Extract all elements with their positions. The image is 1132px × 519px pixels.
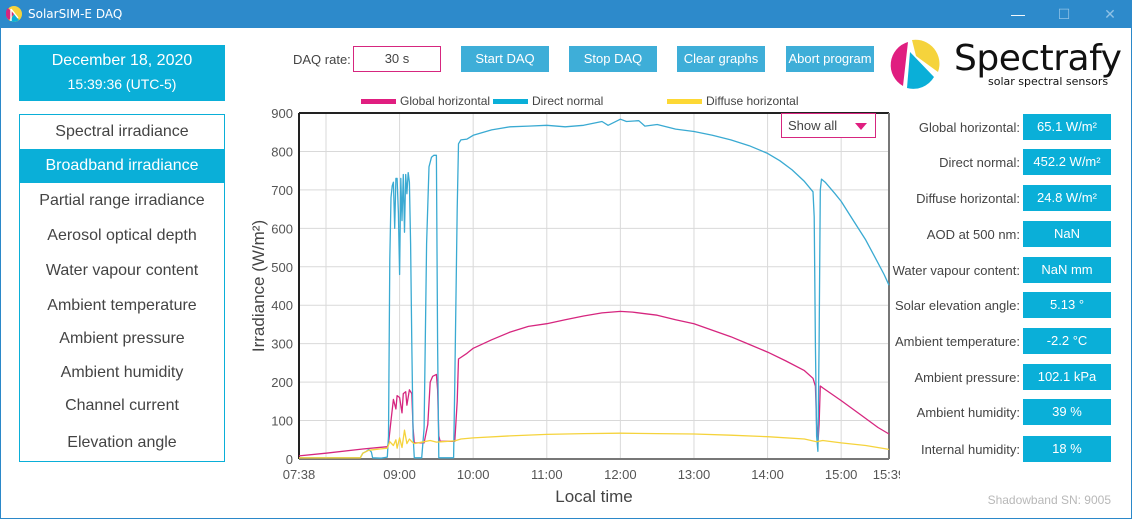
readout-value-aod: NaN xyxy=(1023,221,1111,247)
window-title: SolarSIM-E DAQ xyxy=(28,7,123,21)
shadowband-serial: Shadowband SN: 9005 xyxy=(987,493,1111,507)
spectrafy-logo: Spectrafy solar spectral sensors xyxy=(886,32,1126,92)
daq-rate-label: DAQ rate: xyxy=(293,52,351,67)
y-tick-label: 800 xyxy=(271,144,293,159)
readout-value-water-vapour: NaN mm xyxy=(1023,257,1111,283)
stop-daq-button[interactable]: Stop DAQ xyxy=(569,46,657,72)
nav-item-ambient-temperature[interactable]: Ambient temperature xyxy=(20,289,224,323)
nav-item-aerosol-optical-depth[interactable]: Aerosol optical depth xyxy=(20,219,224,253)
readout-value-ambient-humidity: 39 % xyxy=(1023,399,1111,425)
app-logo-icon xyxy=(6,6,22,22)
plot-area xyxy=(299,113,889,459)
x-tick-label: 12:00 xyxy=(604,467,637,482)
logo-brand-text: Spectrafy xyxy=(954,38,1122,79)
readout-label-solar-elevation: Solar elevation angle: xyxy=(894,298,1020,313)
readout-label-diffuse-horizontal: Diffuse horizontal: xyxy=(916,191,1020,206)
clear-graphs-button[interactable]: Clear graphs xyxy=(677,46,765,72)
readout-label-water-vapour: Water vapour content: xyxy=(892,263,1020,278)
y-tick-label: 400 xyxy=(271,298,293,313)
x-axis-label: Local time xyxy=(555,487,632,506)
y-axis-label: Irradiance (W/m²) xyxy=(249,220,268,352)
readout-value-ambient-pressure: 102.1 kPa xyxy=(1023,364,1111,390)
y-tick-label: 900 xyxy=(271,106,293,121)
daq-rate-input[interactable]: 30 s xyxy=(353,46,441,72)
x-tick-label: 10:00 xyxy=(457,467,490,482)
x-tick-label: 11:00 xyxy=(531,467,563,482)
x-tick-label: 09:00 xyxy=(383,467,416,482)
datetime-display: December 18, 2020 15:39:36 (UTC-5) xyxy=(19,45,225,101)
readout-value-direct-normal: 452.2 W/m² xyxy=(1023,149,1111,175)
y-tick-label: 700 xyxy=(271,183,293,198)
x-tick-label: 13:00 xyxy=(678,467,711,482)
readout-label-internal-humidity: Internal humidity: xyxy=(921,442,1020,457)
readout-value-solar-elevation: 5.13 ° xyxy=(1023,292,1111,318)
y-tick-label: 200 xyxy=(271,375,293,390)
close-button[interactable]: ✕ xyxy=(1087,0,1132,28)
nav-item-partial-range-irradiance[interactable]: Partial range irradiance xyxy=(20,184,224,218)
nav-item-broadband-irradiance[interactable]: Broadband irradiance xyxy=(20,149,224,183)
y-tick-label: 500 xyxy=(271,260,293,275)
readout-label-ambient-temperature: Ambient temperature: xyxy=(894,334,1020,349)
irradiance-chart: 0 100 200 300 400 500 600 700 800 900 07:38 09:00 10… xyxy=(240,100,900,510)
nav-item-ambient-pressure[interactable]: Ambient pressure xyxy=(20,322,224,356)
readout-value-diffuse-horizontal: 24.8 W/m² xyxy=(1023,185,1111,211)
maximize-button[interactable]: ☐ xyxy=(1041,0,1087,28)
readout-value-ambient-temperature: -2.2 °C xyxy=(1023,328,1111,354)
nav-item-elevation-angle[interactable]: Elevation angle xyxy=(20,426,224,460)
readout-label-aod: AOD at 500 nm: xyxy=(926,227,1020,242)
readout-label-global-horizontal: Global horizontal: xyxy=(918,120,1020,135)
nav-item-channel-current[interactable]: Channel current xyxy=(20,389,224,423)
nav-item-water-vapour-content[interactable]: Water vapour content xyxy=(20,254,224,288)
current-time: 15:39:36 (UTC-5) xyxy=(67,76,177,92)
y-tick-label: 100 xyxy=(271,414,293,429)
readout-label-ambient-pressure: Ambient pressure: xyxy=(914,370,1021,385)
irradiance-chart-svg: 0 100 200 300 400 500 600 700 800 900 07:38 09:00 10… xyxy=(249,106,900,506)
spectrafy-logo-icon xyxy=(890,39,940,89)
x-tick-label: 14:00 xyxy=(751,467,784,482)
graph-selector-list: Spectral irradiance Broadband irradiance… xyxy=(19,114,225,462)
readout-label-direct-normal: Direct normal: xyxy=(939,155,1020,170)
nav-item-ambient-humidity[interactable]: Ambient humidity xyxy=(20,356,224,390)
x-tick-label: 07:38 xyxy=(283,467,316,482)
minimize-button[interactable]: — xyxy=(995,0,1041,28)
title-bar: SolarSIM-E DAQ — ☐ ✕ xyxy=(0,0,1132,28)
current-date: December 18, 2020 xyxy=(51,52,193,69)
abort-program-button[interactable]: Abort program xyxy=(786,46,874,72)
logo-tagline: solar spectral sensors xyxy=(988,75,1109,88)
readout-value-global-horizontal: 65.1 W/m² xyxy=(1023,114,1111,140)
y-tick-label: 0 xyxy=(286,452,293,467)
readout-value-internal-humidity: 18 % xyxy=(1023,436,1111,462)
y-tick-label: 600 xyxy=(271,221,293,236)
y-tick-label: 300 xyxy=(271,337,293,352)
x-tick-label: 15:00 xyxy=(825,467,858,482)
x-tick-label: 15:39 xyxy=(873,467,900,482)
readout-label-ambient-humidity: Ambient humidity: xyxy=(916,405,1020,420)
start-daq-button[interactable]: Start DAQ xyxy=(461,46,549,72)
nav-item-spectral-irradiance[interactable]: Spectral irradiance xyxy=(20,115,224,149)
